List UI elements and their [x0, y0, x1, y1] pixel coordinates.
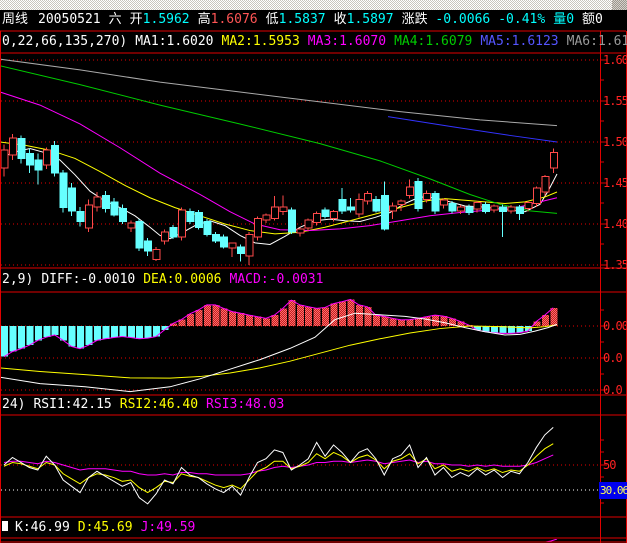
quote-field: 低1.5837: [266, 12, 326, 27]
quote-field: 量0: [553, 12, 574, 27]
quote-field: 高1.6076: [198, 12, 258, 27]
indicator-value: MACD:-0.0031: [229, 272, 324, 287]
price-axis-label: 1.60: [603, 53, 627, 67]
indicator-params: 0,22,66,135,270): [2, 34, 128, 49]
quote-field-value: 量0: [553, 12, 575, 27]
indicator-value: MA5:1.6123: [480, 34, 559, 49]
quote-field: 涨跌 -0.0066: [402, 12, 491, 27]
rsi-level-label: 50: [603, 458, 616, 472]
indicator-value: J:49.59: [140, 520, 196, 535]
date-label: 20050521: [38, 12, 101, 27]
stock-chart-window: 周线 20050521 六开1.5962 高1.6076 低1.5837 收1.5897 涨…: [0, 0, 627, 543]
quote-field-value: 1.5837: [278, 12, 326, 27]
indicator-value: MA4:1.6079: [394, 34, 473, 49]
macd-pane[interactable]: [0, 298, 600, 393]
price-axis-label: 1.40: [603, 217, 627, 231]
indicator-value: DEA:0.0006: [143, 272, 222, 287]
indicator-value: RSI1:42.15: [33, 397, 112, 412]
indicator-value: RSI3:48.03: [206, 397, 285, 412]
price-axis-label: 1.35: [603, 258, 627, 272]
macd-axis-label: 0.0: [603, 351, 623, 365]
price-axis-label: 1.45: [603, 176, 627, 190]
indicator-params: 2,9): [2, 272, 34, 287]
quote-field: 收1.5897: [334, 12, 394, 27]
indicator-value: DIFF:-0.0010: [41, 272, 136, 287]
candlestick-pane[interactable]: [0, 58, 600, 266]
indicator-value: MA6:1.6123: [566, 34, 627, 49]
macd-axis-label: 0.0: [603, 383, 623, 397]
quote-field-value: -0.0066: [427, 12, 491, 27]
indicator-value: K:46.99: [15, 520, 70, 535]
macd-axis-label: 0.00: [603, 319, 627, 333]
quote-field-label: 收: [333, 12, 347, 27]
rsi-indicator-bar[interactable]: 24) RSI1:42.15 RSI2:46.40 RSI3:48.03: [2, 396, 292, 414]
rsi-pane[interactable]: [1, 427, 600, 505]
quote-field-label: 高: [197, 12, 211, 27]
indicator-value: D:45.69: [77, 520, 133, 535]
quote-field: -0.41%: [498, 12, 545, 27]
quote-field: 额0: [582, 12, 603, 27]
indicator-params: 24): [2, 397, 26, 412]
quote-field-value: 1.5897: [346, 12, 394, 27]
kdj-indicator-bar[interactable]: K:46.99 D:45.69 J:49.59: [2, 519, 203, 537]
quote-field-value: 额0: [582, 12, 603, 27]
indicator-value: MA3:1.6070: [307, 34, 387, 49]
quote-field-value: 1.6076: [210, 12, 258, 27]
price-axis-label: 1.50: [603, 135, 627, 149]
quote-field: 开1.5962: [130, 12, 190, 27]
quote-field-label: 开: [129, 12, 143, 27]
macd-indicator-bar[interactable]: 2,9) DIFF:-0.0010 DEA:0.0006 MACD:-0.0031: [2, 271, 331, 289]
quote-field-label: 涨跌: [401, 12, 428, 27]
quote-field-value: -0.41%: [498, 12, 546, 27]
quote-field-label: 低: [265, 12, 279, 27]
quote-field-value: 1.5962: [142, 12, 190, 27]
clipped-params-marker: [2, 521, 8, 531]
rsi-value-badge: 30.06: [599, 482, 627, 499]
indicator-value: MA2:1.5953: [221, 34, 300, 49]
weekday-label: 六: [108, 12, 122, 27]
quote-bar: 周线 20050521 六开1.5962 高1.6076 低1.5837 收1.5897 涨…: [2, 11, 611, 29]
period-label: 周线: [2, 12, 29, 27]
indicator-value: MA1:1.6020: [135, 34, 214, 49]
ma-indicator-bar[interactable]: 0,22,66,135,270) MA1:1.6020 MA2:1.5953 MA3:…: [2, 33, 627, 51]
indicator-value: RSI2:46.40: [119, 397, 199, 412]
price-axis-label: 1.55: [603, 94, 627, 108]
